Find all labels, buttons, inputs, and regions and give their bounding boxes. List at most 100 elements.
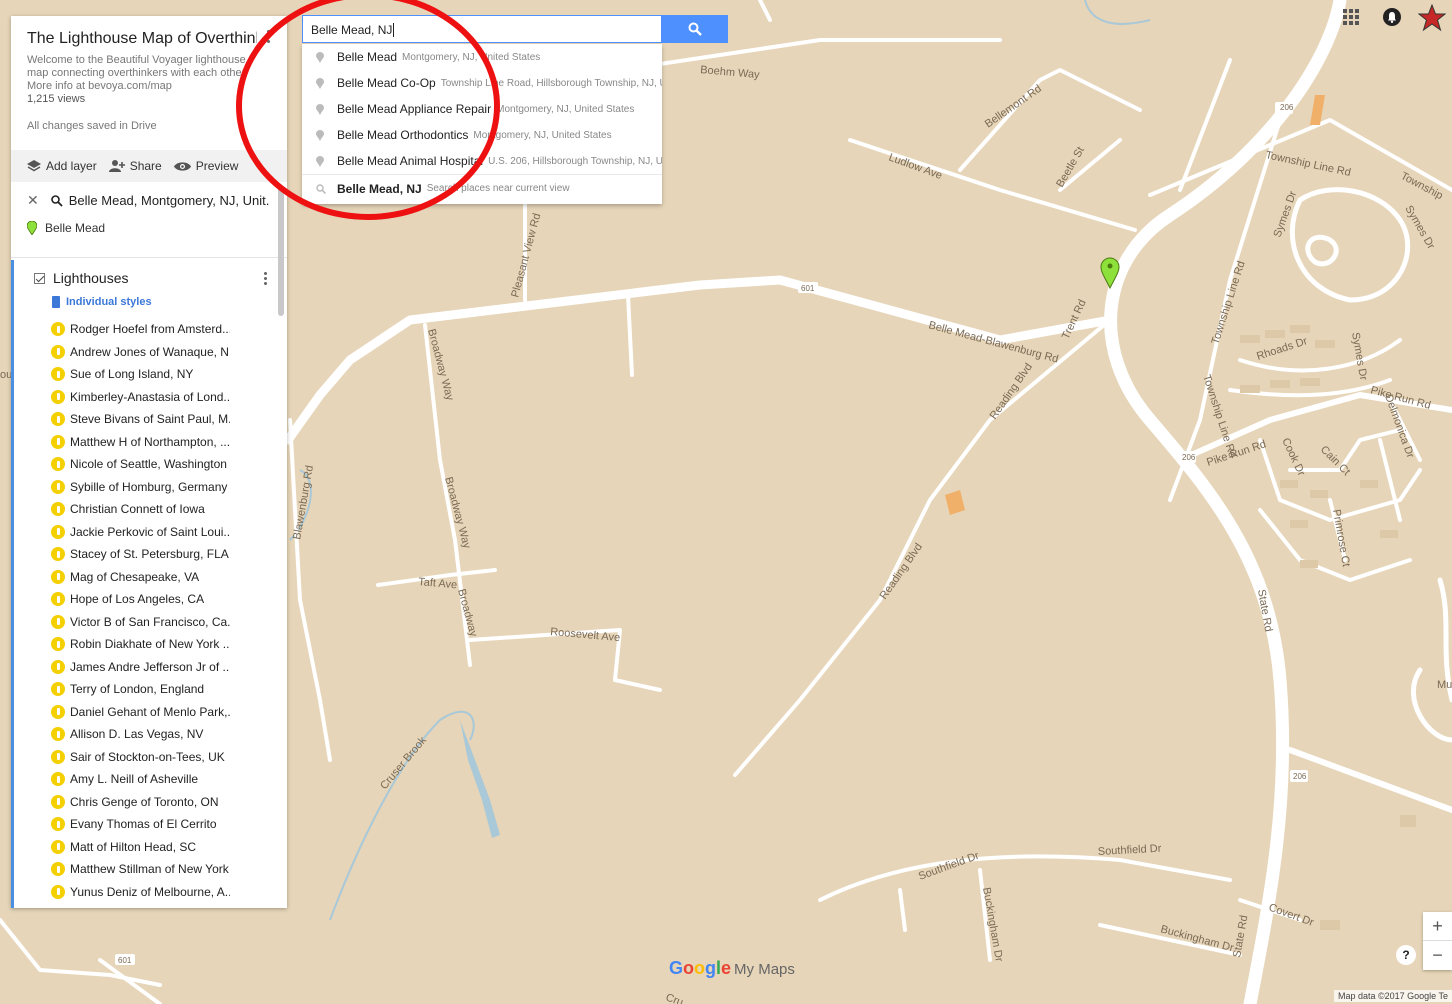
add-layer-label: Add layer — [46, 159, 97, 173]
lighthouse-list-item[interactable]: Sair of Stockton-on-Tees, UK — [34, 746, 287, 769]
lighthouse-list-item[interactable]: Nicole of Seattle, Washington — [34, 453, 287, 476]
google-logo-text: Google — [669, 958, 732, 978]
map-title[interactable]: The Lighthouse Map of Overthink... — [27, 30, 257, 48]
lighthouse-icon — [51, 817, 65, 832]
notifications-bell-icon[interactable] — [1383, 8, 1401, 31]
lighthouse-icon — [51, 839, 65, 854]
route-601: 601 — [118, 956, 132, 965]
lighthouse-icon — [51, 367, 65, 382]
lighthouse-list-item-label: Hope of Los Angeles, CA — [70, 592, 205, 607]
lighthouse-list-item-label: Stacey of St. Petersburg, FLA — [70, 547, 229, 562]
search-input[interactable]: Belle Mead, NJ — [302, 15, 662, 43]
layer-name[interactable]: Lighthouses — [53, 270, 129, 286]
road-label: Mu — [1437, 679, 1452, 691]
pin-icon — [316, 77, 324, 89]
lighthouse-list-item[interactable]: Yunus Deniz of Melbourne, A... — [34, 881, 287, 904]
map-description[interactable]: Welcome to the Beautiful Voyager lightho… — [27, 54, 267, 93]
preview-button[interactable]: Preview — [173, 159, 239, 173]
suggestion-title: Belle Mead — [337, 50, 398, 64]
lighthouse-list-item[interactable]: Daniel Gehant of Menlo Park,... — [34, 701, 287, 724]
search-result-place[interactable]: Belle Mead — [27, 221, 271, 235]
lighthouse-list-item-label: Victor B of San Francisco, Ca... — [70, 614, 230, 629]
search-suggestion[interactable]: Belle Mead Orthodontics Montgomery, NJ, U… — [302, 122, 662, 148]
lighthouse-list-item[interactable]: Sybille of Homburg, Germany — [34, 476, 287, 499]
zoom-in-button[interactable]: + — [1423, 912, 1452, 941]
panel-scrollbar[interactable] — [278, 186, 284, 316]
search-input-value: Belle Mead, NJ — [311, 23, 393, 37]
lighthouse-list-item[interactable]: Stacey of St. Petersburg, FLA — [34, 543, 287, 566]
pin-icon — [316, 103, 324, 115]
search-nearby-suggestion[interactable]: Belle Mead, NJ Search places near current… — [302, 174, 662, 202]
search-suggestion[interactable]: Belle Mead Appliance Repair Montgomery, N… — [302, 96, 662, 122]
lighthouse-list-item[interactable]: Amy L. Neill of Asheville — [34, 768, 287, 791]
lighthouse-list-item[interactable]: Terry of London, England — [34, 678, 287, 701]
pin-icon — [316, 51, 324, 63]
lighthouse-icon — [51, 862, 65, 877]
suggestion-title: Belle Mead Appliance Repair — [337, 102, 492, 116]
lighthouse-icon — [51, 434, 65, 449]
lighthouse-icon — [51, 592, 65, 607]
suggestion-subtitle: Montgomery, NJ, United States — [496, 103, 635, 115]
help-button[interactable]: ? — [1396, 945, 1416, 965]
search-suggestion[interactable]: Belle Mead Animal Hospital U.S. 206, Hill… — [302, 148, 662, 174]
lighthouse-list-item-label: Amy L. Neill of Asheville — [70, 772, 199, 787]
lighthouse-list-item[interactable]: Hope of Los Angeles, CA — [34, 588, 287, 611]
search-result-query[interactable]: Belle Mead, Montgomery, NJ, Unit... — [69, 193, 269, 208]
lighthouse-list-item[interactable]: Chris Genge of Toronto, ON — [34, 791, 287, 814]
share-button[interactable]: Share — [108, 159, 162, 173]
lighthouse-list-item[interactable]: Rodger Hoefel from Amsterd... — [34, 318, 287, 341]
lighthouse-list-item-label: Christian Connett of Iowa — [70, 502, 205, 517]
account-avatar[interactable] — [1417, 3, 1447, 37]
map-attribution[interactable]: Map data ©2017 Google Te — [1333, 990, 1452, 1002]
lighthouse-list-item[interactable]: Evany Thomas of El Cerrito — [34, 813, 287, 836]
lighthouse-list-item[interactable]: Mag of Chesapeake, VA — [34, 566, 287, 589]
individual-styles-link[interactable]: Individual styles — [52, 296, 287, 308]
green-pin-icon — [27, 221, 37, 235]
lighthouse-list-item-label: Nicole of Seattle, Washington — [70, 457, 227, 472]
lighthouse-list-item[interactable]: Kimberley-Anastasia of Lond... — [34, 386, 287, 409]
lighthouse-icon — [51, 322, 65, 337]
my-maps-logo-text: My Maps — [734, 961, 795, 978]
zoom-out-button[interactable]: − — [1423, 941, 1452, 970]
lighthouse-list-item[interactable]: Andrew Jones of Wanaque, N... — [34, 341, 287, 364]
lighthouse-list-item[interactable]: James Andre Jefferson Jr of ... — [34, 656, 287, 679]
search-suggestion[interactable]: Belle Mead Co-Op Township Line Road, Hill… — [302, 70, 662, 96]
lighthouse-list-item-label: Daniel Gehant of Menlo Park,... — [70, 704, 230, 719]
search-button[interactable] — [662, 15, 728, 43]
search-suggestion[interactable]: Belle Mead Montgomery, NJ, United States — [302, 44, 662, 70]
google-my-maps-logo: Google My Maps — [669, 958, 795, 979]
lighthouse-icon — [51, 659, 65, 674]
lighthouse-list-item[interactable]: Steve Bivans of Saint Paul, M... — [34, 408, 287, 431]
layer-lighthouses: Lighthouses Individual styles Rodger Hoe… — [11, 260, 287, 908]
lighthouse-list-item-label: Sybille of Homburg, Germany — [70, 479, 228, 494]
lighthouse-list-item[interactable]: Robin Diakhate of New York ... — [34, 633, 287, 656]
lighthouse-list-item[interactable]: Matt of Hilton Head, SC — [34, 836, 287, 859]
lighthouse-icon — [51, 704, 65, 719]
lighthouse-list-item-label: James Andre Jefferson Jr of ... — [70, 659, 230, 674]
lighthouse-list-item[interactable]: Christian Connett of Iowa — [34, 498, 287, 521]
preview-label: Preview — [195, 159, 239, 173]
lighthouse-list-item-label: Matthew Stillman of New York — [70, 862, 229, 877]
apps-grid-icon[interactable] — [1343, 9, 1359, 30]
lighthouse-list-item[interactable]: Sue of Long Island, NY — [34, 363, 287, 386]
lighthouse-list-item[interactable]: Victor B of San Francisco, Ca... — [34, 611, 287, 634]
lighthouse-list-item[interactable]: Allison D. Las Vegas, NV — [34, 723, 287, 746]
lighthouse-list-item[interactable]: Jackie Perkovic of Saint Loui... — [34, 521, 287, 544]
zoom-control: + − — [1423, 912, 1452, 970]
individual-styles-label: Individual styles — [66, 296, 152, 308]
map-options-icon[interactable] — [267, 30, 271, 45]
lighthouse-list: Rodger Hoefel from Amsterd... Andrew Jone… — [34, 318, 287, 903]
add-layer-button[interactable]: Add layer — [27, 159, 97, 173]
suggestion-title: Belle Mead Orthodontics — [337, 128, 469, 142]
lighthouse-list-item[interactable]: Matthew Stillman of New York — [34, 858, 287, 881]
search-result-layer: ✕ Belle Mead, Montgomery, NJ, Unit... Be… — [11, 182, 287, 258]
search-icon — [688, 22, 702, 36]
lighthouse-list-item-label: Mag of Chesapeake, VA — [70, 569, 200, 584]
layer-options-icon[interactable] — [264, 272, 268, 287]
lighthouse-icon — [51, 502, 65, 517]
close-icon[interactable]: ✕ — [27, 192, 39, 209]
lighthouse-icon — [51, 772, 65, 787]
lighthouse-list-item[interactable]: Matthew H of Northampton, ... — [34, 431, 287, 454]
layer-visibility-checkbox[interactable] — [34, 272, 45, 284]
pin-icon — [316, 155, 324, 167]
